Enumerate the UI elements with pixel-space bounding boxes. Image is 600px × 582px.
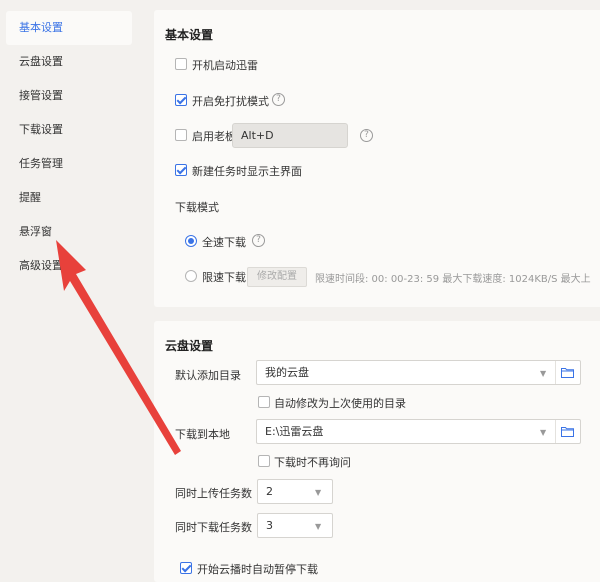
startup-checkbox[interactable] <box>175 58 187 70</box>
folder-icon[interactable] <box>561 426 574 437</box>
show-main-window-checkbox[interactable] <box>175 164 187 176</box>
auto-modify-dir-checkbox[interactable] <box>258 396 270 408</box>
full-speed-label[interactable]: 全速下载 <box>202 234 246 250</box>
no-ask-label[interactable]: 下载时不再询问 <box>274 454 351 470</box>
sidebar-item-advanced-settings[interactable]: 高级设置 <box>6 249 132 283</box>
full-speed-radio[interactable] <box>185 235 197 247</box>
download-local-select[interactable]: E:\迅雷云盘 ▼ <box>256 419 581 444</box>
sidebar-item-task-management[interactable]: 任务管理 <box>6 147 132 181</box>
speed-limit-info: 限速时间段: 00: 00-23: 59 最大下载速度: 1024KB/S 最大… <box>315 274 591 285</box>
no-ask-checkbox[interactable] <box>258 455 270 467</box>
upload-tasks-select[interactable]: 2 ▼ <box>257 479 333 504</box>
sidebar: 基本设置 云盘设置 接管设置 下载设置 任务管理 提醒 悬浮窗 高级设置 <box>0 0 140 582</box>
basic-settings-title: 基本设置 <box>165 28 214 42</box>
show-main-window-label[interactable]: 新建任务时显示主界面 <box>192 163 302 179</box>
upload-tasks-label: 同时上传任务数 <box>175 487 252 500</box>
default-dir-select[interactable]: 我的云盘 ▼ <box>256 360 581 385</box>
download-tasks-select[interactable]: 3 ▼ <box>257 513 333 538</box>
download-tasks-label: 同时下载任务数 <box>175 521 252 534</box>
chevron-down-icon: ▼ <box>315 522 322 531</box>
startup-label[interactable]: 开机启动迅雷 <box>192 57 258 73</box>
auto-modify-dir-label[interactable]: 自动修改为上次使用的目录 <box>274 395 406 411</box>
default-dir-label: 默认添加目录 <box>175 369 241 382</box>
cloud-settings-title: 云盘设置 <box>165 339 214 353</box>
sidebar-item-basic-settings[interactable]: 基本设置 <box>6 11 132 45</box>
divider <box>555 361 556 384</box>
pause-on-play-label[interactable]: 开始云播时自动暂停下载 <box>197 561 318 577</box>
do-not-disturb-checkbox[interactable] <box>175 94 187 106</box>
download-local-label: 下载到本地 <box>175 428 230 441</box>
sidebar-item-takeover-settings[interactable]: 接管设置 <box>6 79 132 113</box>
boss-key-hotkey-field[interactable]: Alt+D <box>232 123 348 148</box>
sidebar-item-floating-window[interactable]: 悬浮窗 <box>6 215 132 249</box>
chevron-down-icon: ▼ <box>540 369 547 378</box>
help-icon[interactable]: ? <box>360 129 373 142</box>
download-local-value: E:\迅雷云盘 <box>265 425 324 438</box>
chevron-down-icon: ▼ <box>540 428 547 437</box>
basic-settings-panel: 基本设置 开机启动迅雷 开启免打扰模式 ? 启用老板键 Alt+D ? 新建任务… <box>154 10 600 307</box>
sidebar-item-cloud-settings[interactable]: 云盘设置 <box>6 45 132 79</box>
divider <box>555 420 556 443</box>
boss-key-checkbox[interactable] <box>175 129 187 141</box>
sidebar-item-reminders[interactable]: 提醒 <box>6 181 132 215</box>
help-icon[interactable]: ? <box>272 93 285 106</box>
chevron-down-icon: ▼ <box>315 488 322 497</box>
limited-speed-radio[interactable] <box>185 270 197 282</box>
folder-icon[interactable] <box>561 367 574 378</box>
help-icon[interactable]: ? <box>252 234 265 247</box>
cloud-settings-panel: 云盘设置 默认添加目录 我的云盘 ▼ 自动修改为上次使用的目录 下载到本地 E:… <box>154 321 600 582</box>
pause-on-play-checkbox[interactable] <box>180 562 192 574</box>
download-mode-label: 下载模式 <box>175 201 219 214</box>
download-tasks-value: 3 <box>266 519 273 532</box>
upload-tasks-value: 2 <box>266 485 273 498</box>
do-not-disturb-label[interactable]: 开启免打扰模式 <box>192 93 269 109</box>
modify-config-button[interactable]: 修改配置 <box>247 267 307 287</box>
sidebar-item-download-settings[interactable]: 下载设置 <box>6 113 132 147</box>
limited-speed-label[interactable]: 限速下载 <box>202 269 246 285</box>
default-dir-value: 我的云盘 <box>265 366 309 379</box>
